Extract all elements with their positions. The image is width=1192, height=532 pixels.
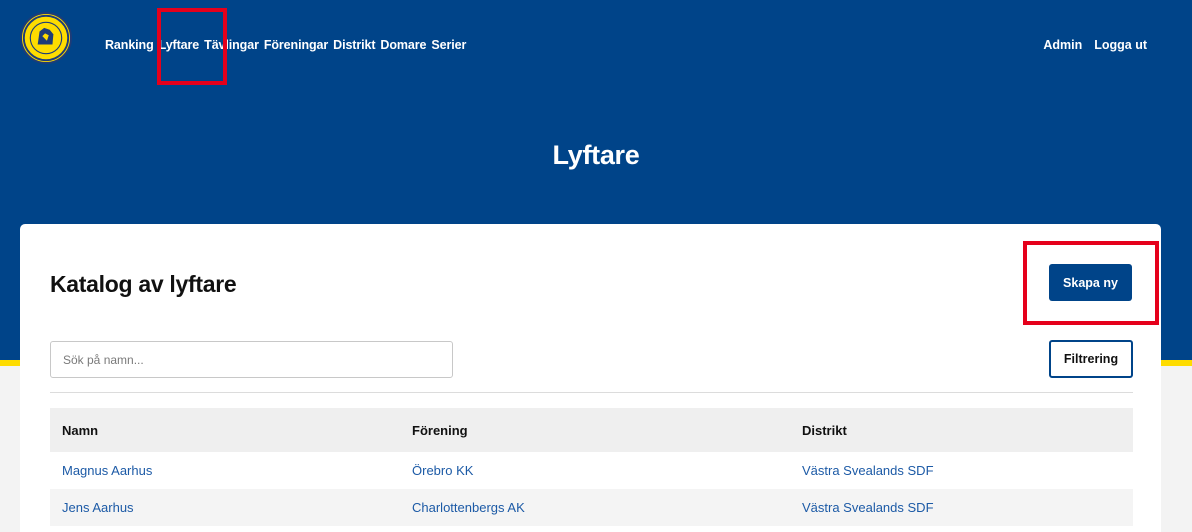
- nav-link-distrikt[interactable]: Distrikt: [333, 38, 375, 52]
- nav-link-logout[interactable]: Logga ut: [1094, 38, 1147, 52]
- lifter-name-link[interactable]: Magnus Aarhus: [50, 463, 412, 478]
- user-nav: Admin Logga ut: [1043, 38, 1147, 52]
- column-header-distrikt[interactable]: Distrikt: [802, 423, 1133, 438]
- column-header-forening[interactable]: Förening: [412, 423, 802, 438]
- table-row: Jens Aarhus Charlottenbergs AK Västra Sv…: [50, 489, 1133, 526]
- catalog-card: Katalog av lyftare Skapa ny Filtrering N…: [20, 224, 1161, 532]
- page-title: Lyftare: [552, 140, 640, 170]
- highlight-box-create: [1023, 241, 1159, 325]
- nav-link-ranking[interactable]: Ranking: [105, 38, 154, 52]
- highlight-box-nav: [157, 8, 227, 85]
- column-header-namn[interactable]: Namn: [50, 423, 412, 438]
- lifters-table: Namn Förening Distrikt Magnus Aarhus Öre…: [50, 408, 1133, 526]
- lifter-name-link[interactable]: Jens Aarhus: [50, 500, 412, 515]
- filter-button[interactable]: Filtrering: [1049, 340, 1133, 378]
- district-link[interactable]: Västra Svealands SDF: [802, 500, 1133, 515]
- search-input[interactable]: [50, 341, 453, 378]
- nav-link-serier[interactable]: Serier: [431, 38, 466, 52]
- club-link[interactable]: Charlottenbergs AK: [412, 500, 802, 515]
- nav-link-domare[interactable]: Domare: [380, 38, 426, 52]
- nav-link-admin[interactable]: Admin: [1043, 38, 1082, 52]
- divider: [50, 392, 1133, 393]
- nav-link-foreningar[interactable]: Föreningar: [264, 38, 328, 52]
- federation-logo-icon[interactable]: [20, 12, 72, 64]
- table-header-row: Namn Förening Distrikt: [50, 408, 1133, 452]
- catalog-title: Katalog av lyftare: [50, 271, 237, 297]
- club-link[interactable]: Örebro KK: [412, 463, 802, 478]
- table-row: Magnus Aarhus Örebro KK Västra Svealands…: [50, 452, 1133, 489]
- district-link[interactable]: Västra Svealands SDF: [802, 463, 1133, 478]
